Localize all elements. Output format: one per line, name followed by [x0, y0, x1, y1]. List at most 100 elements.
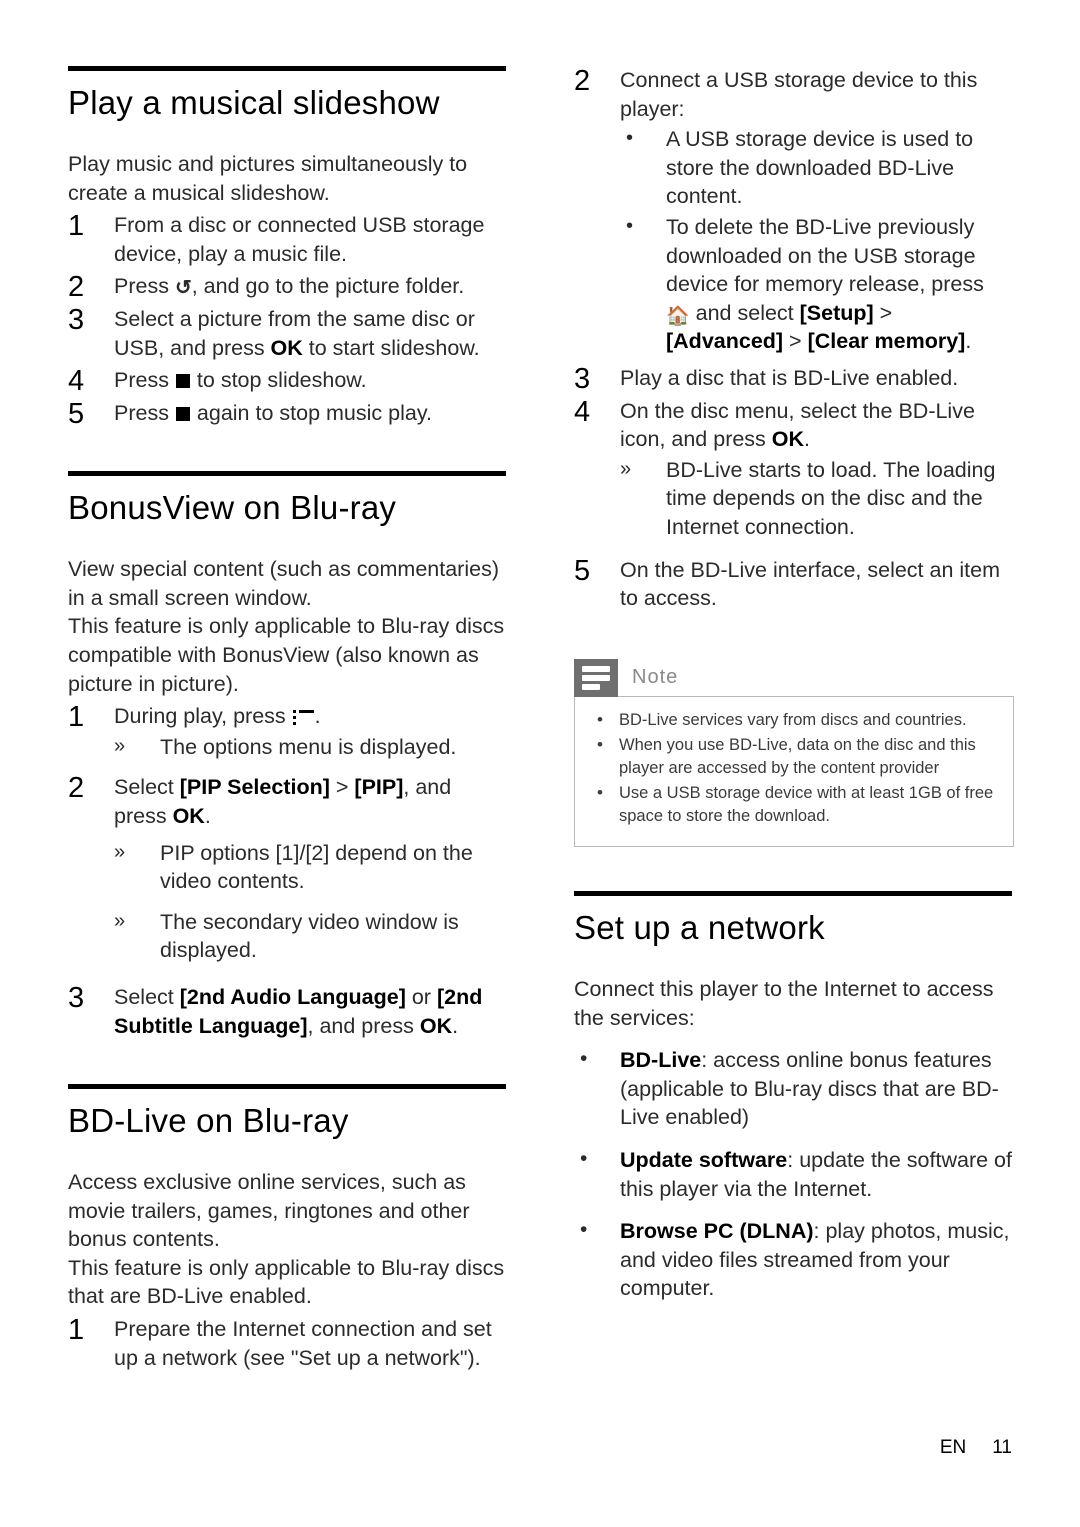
step-text-before: Press — [114, 274, 175, 299]
section-play-musical-slideshow: Play a musical slideshow Play music and … — [68, 66, 506, 430]
section-rule — [68, 471, 506, 477]
list-item: 5 Press again to stop music play. — [68, 398, 506, 430]
step-text-after: . — [452, 1013, 459, 1038]
menu-path-separator: > — [873, 300, 893, 325]
right-column: 2 Connect a USB storage device to this p… — [574, 65, 1014, 1303]
menu-path-clear-memory: [Clear memory] — [807, 329, 966, 354]
step-text: From a disc or connected USB storage dev… — [114, 213, 485, 266]
section-bd-live-on-blu-ray: BD-Live on Blu-ray Access exclusive onli… — [68, 1084, 506, 1372]
home-icon: 🏠 — [666, 305, 690, 327]
section-intro: Connect this player to the Internet to a… — [574, 977, 994, 1030]
footer-page-number: 11 — [992, 1437, 1012, 1458]
key-label-ok: OK — [771, 427, 805, 452]
step-text-before: Select — [114, 984, 180, 1009]
section-title: BonusView on Blu-ray — [68, 489, 397, 527]
step-text-after: , and go to the picture folder. — [191, 274, 465, 299]
step-text-mid: , and press — [307, 1013, 420, 1038]
step-text-before: Select — [114, 775, 180, 800]
list-item: 3 Select [2nd Audio Language] or [2nd Su… — [68, 982, 506, 1040]
list-item: • BD-Live: access online bonus features … — [574, 1046, 1012, 1132]
sub-item: » The secondary video window is displaye… — [114, 908, 506, 965]
bullet-icon: • — [597, 709, 603, 729]
feature-name-update-software: Update software — [620, 1148, 788, 1173]
list-item: 5 On the BD-Live interface, select an it… — [574, 555, 1012, 613]
list-item: 3 Play a disc that is BD-Live enabled. — [574, 363, 1012, 395]
step-list: 1 During play, press . » The options men… — [68, 701, 506, 1040]
sub-item: » BD-Live starts to load. The loading ti… — [620, 456, 1012, 542]
bullet-icon: • — [626, 127, 634, 150]
section-bonusview-on-blu-ray: BonusView on Blu-ray View special conten… — [68, 471, 506, 1040]
step-text-after: to start slideshow. — [302, 335, 480, 360]
note-text: BD-Live services vary from discs and cou… — [619, 710, 967, 729]
key-label-ok: OK — [172, 804, 205, 828]
note-lines-icon — [574, 658, 618, 697]
sub-arrow-icon: » — [114, 734, 126, 757]
sub-text: BD-Live starts to load. The loading time… — [666, 457, 996, 539]
step-number: 2 — [68, 772, 85, 805]
stop-icon — [175, 374, 190, 389]
bullet-text: A USB storage device is used to store th… — [666, 127, 974, 209]
step-text-after: . — [314, 704, 321, 729]
list-item: • When you use BD-Live, data on the disc… — [591, 734, 997, 780]
menu-path-2nd-audio-language: [2nd Audio Language] — [179, 984, 406, 1009]
step-text-after: to stop slideshow. — [190, 368, 367, 393]
section-intro-1: View special content (such as commentari… — [68, 557, 499, 610]
bullet-icon: • — [597, 782, 603, 802]
step-text-before: During play, press — [114, 704, 292, 729]
section-intro: Play music and pictures simultaneously t… — [68, 151, 468, 205]
step-text: Prepare the Internet connection and set … — [114, 1317, 492, 1370]
step-text: Play a disc that is BD-Live enabled. — [620, 365, 959, 390]
list-item: 1 During play, press . » The options men… — [68, 701, 506, 762]
step-number: 1 — [68, 701, 85, 734]
sub-arrow-icon: » — [620, 457, 632, 480]
menu-path-pip: [PIP] — [354, 775, 404, 800]
options-menu-icon — [292, 710, 314, 726]
step-number: 4 — [574, 395, 591, 428]
sub-text: The options menu is displayed. — [160, 734, 457, 759]
bullet-icon: • — [626, 214, 634, 237]
sub-arrow-icon: » — [114, 909, 126, 932]
section-intro-1: Access exclusive online services, such a… — [68, 1170, 470, 1252]
sub-item: » The options menu is displayed. — [114, 733, 506, 762]
sub-text: The secondary video window is displayed. — [160, 909, 459, 963]
key-label-ok: OK — [270, 335, 303, 360]
bullet-item: • A USB storage device is used to store … — [620, 125, 1012, 211]
note-header: Note — [574, 658, 1014, 697]
feature-name-bd-live: BD-Live — [620, 1048, 702, 1073]
bullet-item: • To delete the BD-Live previously downl… — [620, 213, 1012, 356]
list-item: 1 Prepare the Internet connection and se… — [68, 1314, 506, 1372]
step-text-before: Press — [114, 400, 175, 425]
section-title: Set up a network — [574, 909, 825, 947]
list-item: 4 On the disc menu, select the BD-Live i… — [574, 396, 1012, 542]
stop-icon — [175, 406, 190, 421]
sub-item: » PIP options [1]/[2] depend on the vide… — [114, 839, 506, 896]
section-intro-2: This feature is only applicable to Blu-r… — [68, 614, 505, 696]
feature-name-browse-pc-dlna: Browse PC (DLNA) — [620, 1219, 814, 1244]
bullet-text-mid: and select — [689, 300, 800, 325]
step-list: 1 Prepare the Internet connection and se… — [68, 1314, 506, 1372]
continued-step-list: 2 Connect a USB storage device to this p… — [574, 65, 1012, 613]
section-set-up-a-network: Set up a network Connect this player to … — [574, 891, 1012, 1303]
bullet-icon: • — [580, 1047, 588, 1071]
section-rule — [574, 891, 1012, 897]
section-intro-2: This feature is only applicable to Blu-r… — [68, 1255, 505, 1309]
list-item: 2 Connect a USB storage device to this p… — [574, 65, 1012, 356]
list-item: 2 Press ↺, and go to the picture folder. — [68, 271, 506, 303]
footer-language: EN — [939, 1437, 967, 1458]
menu-path-separator: or — [405, 984, 437, 1009]
step-number: 5 — [68, 397, 85, 430]
section-rule — [68, 66, 506, 71]
list-item: • Update software: update the software o… — [574, 1146, 1012, 1203]
back-arrow-icon: ↺ — [174, 277, 192, 300]
step-text: On the BD-Live interface, select an item… — [620, 557, 1001, 611]
page-title: Play a musical slideshow — [68, 84, 440, 121]
key-label-ok: OK — [419, 1013, 453, 1038]
step-text-after: again to stop music play. — [190, 400, 432, 425]
manual-page: Play a musical slideshow Play music and … — [0, 0, 1080, 1527]
sub-text: PIP options [1]/[2] depend on the video … — [160, 840, 473, 894]
step-text-before: Press — [114, 368, 175, 393]
step-number: 2 — [574, 65, 591, 97]
step-text-after: . — [804, 427, 811, 452]
list-item: 1 From a disc or connected USB storage d… — [68, 210, 506, 268]
step-number: 3 — [68, 303, 85, 336]
